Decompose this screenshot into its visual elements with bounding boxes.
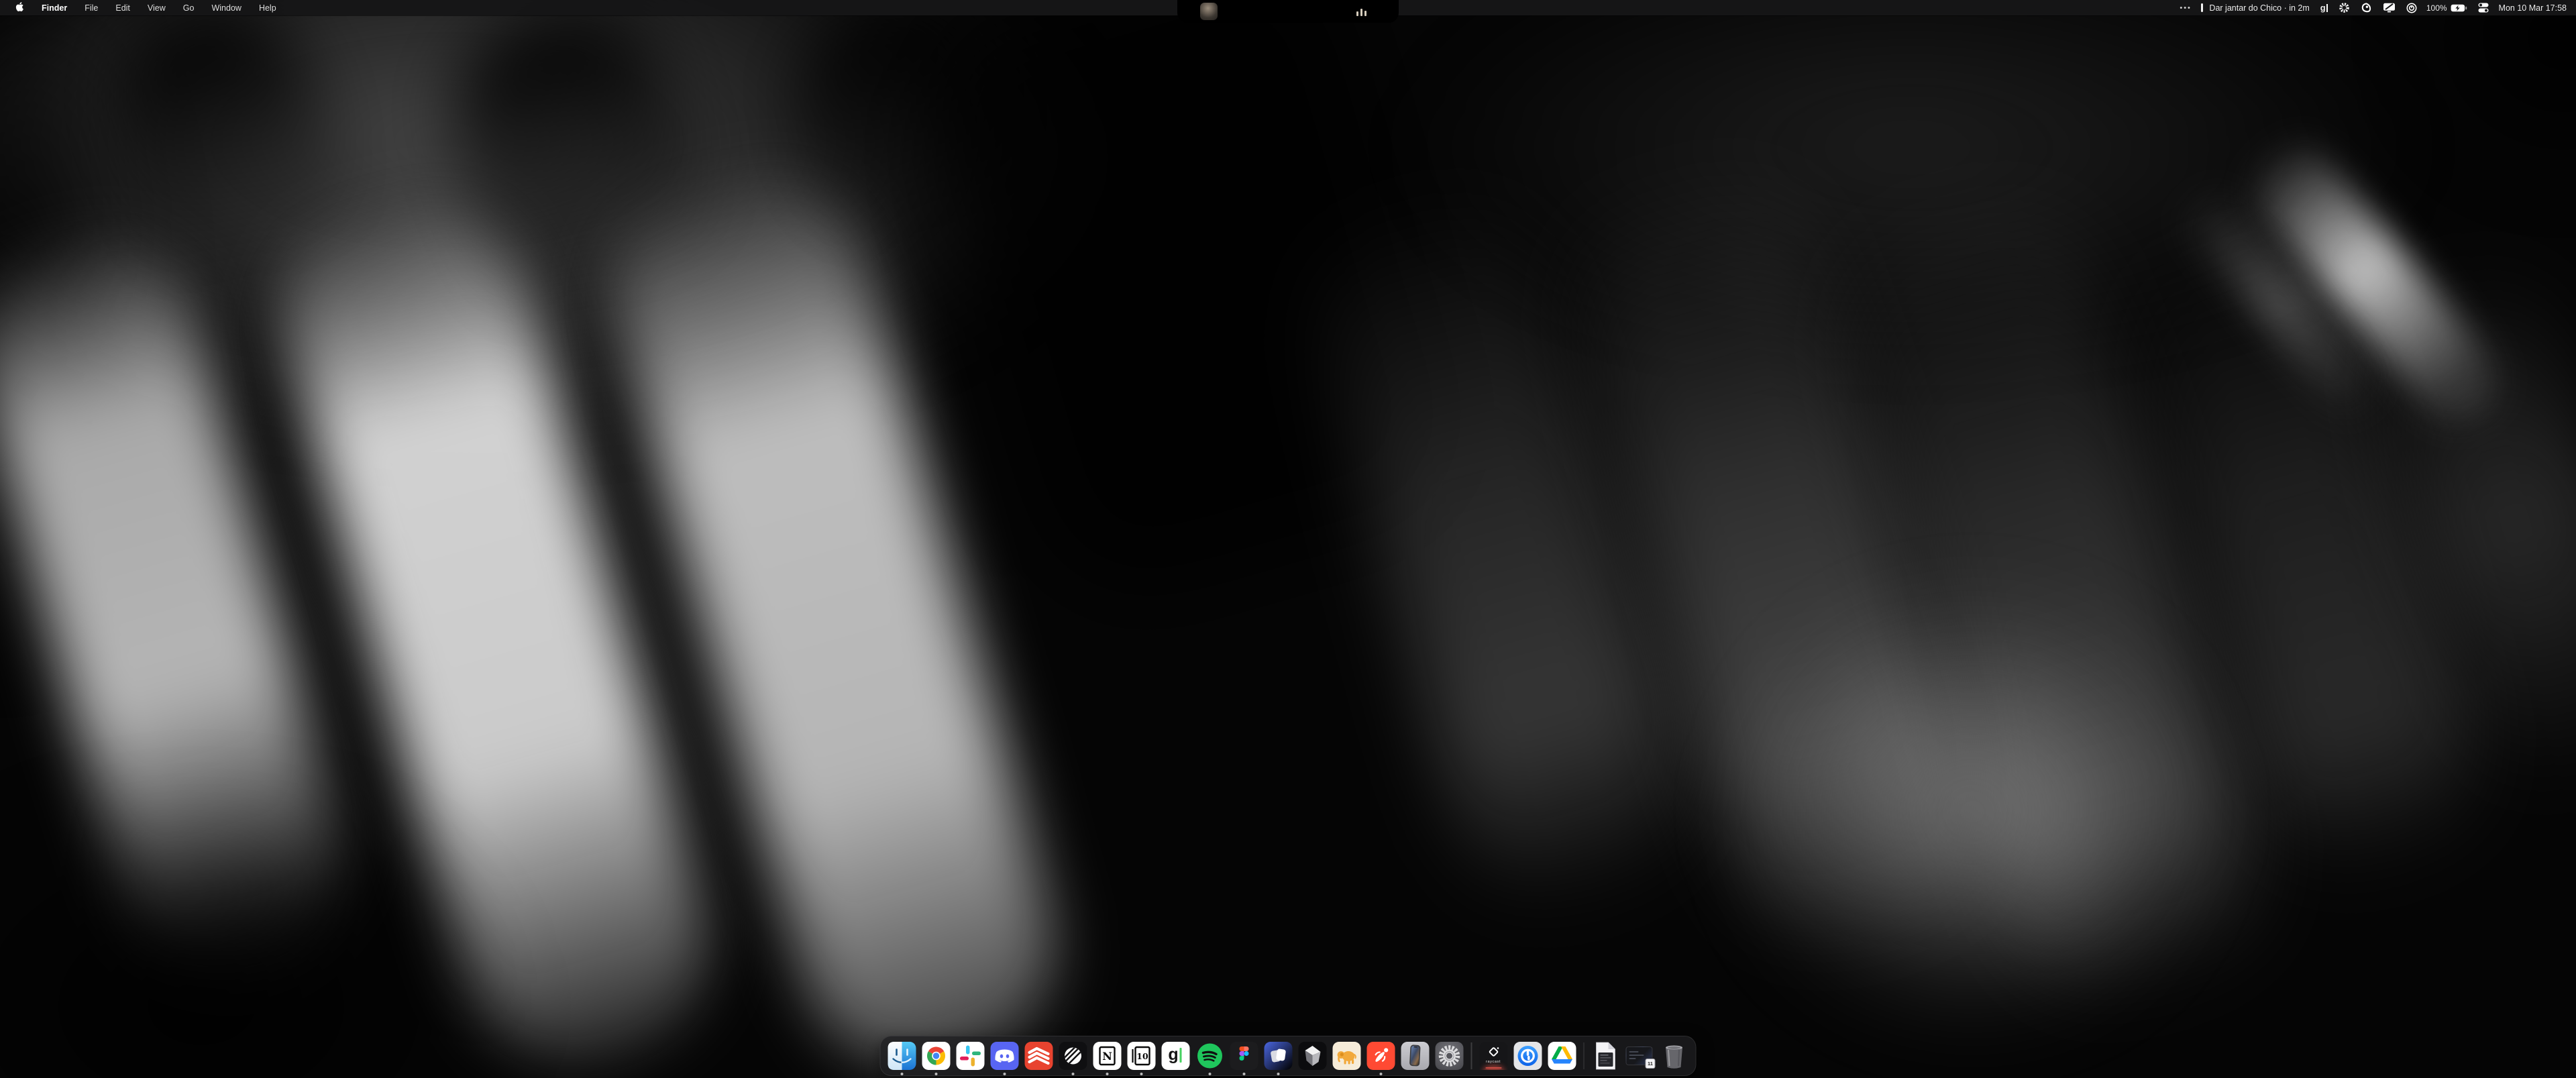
google-drive-icon: [1548, 1042, 1576, 1070]
dock-app-todoist[interactable]: [1025, 1042, 1053, 1070]
control-center-icon[interactable]: [2478, 3, 2489, 13]
overflow-menu-icon[interactable]: •••: [2180, 4, 2192, 12]
dock-app-spotify[interactable]: [1196, 1042, 1224, 1070]
dock-app-google-drive[interactable]: [1548, 1042, 1576, 1070]
menu-app-name[interactable]: Finder: [42, 3, 67, 13]
cube-3d-icon: [1299, 1042, 1327, 1070]
raycast-label: raycast: [1479, 1060, 1507, 1064]
dock-app-linear[interactable]: [1059, 1042, 1087, 1070]
chrome-icon: [922, 1042, 951, 1070]
now-playing-album-art[interactable]: [1200, 3, 1218, 20]
status-separator-bar: [2201, 3, 2204, 12]
discord-icon: [991, 1042, 1019, 1070]
wallpaper-glow: [1744, 604, 2200, 1020]
notch-media-widget[interactable]: [1177, 0, 1399, 23]
cursor-bar-icon: [2326, 4, 2328, 12]
apple-menu[interactable]: [15, 1, 24, 14]
granola-menubar-icon[interactable]: g: [2320, 3, 2328, 13]
dock-app-figma[interactable]: [1230, 1042, 1258, 1070]
display-mirroring-icon[interactable]: [2383, 3, 2396, 13]
granola-cursor-bar: [1179, 1048, 1182, 1063]
menu-go[interactable]: Go: [183, 3, 195, 13]
dock-app-system-settings[interactable]: [1436, 1042, 1464, 1070]
menubar-clock[interactable]: Mon 10 Mar 17:58: [2499, 3, 2567, 13]
one-password-icon[interactable]: [2406, 3, 2417, 13]
dock-app-notion-calendar[interactable]: 10: [1128, 1042, 1156, 1070]
slack-icon: [957, 1042, 985, 1070]
dock-app-chrome[interactable]: [922, 1042, 951, 1070]
dock-app-finder[interactable]: [888, 1042, 916, 1070]
finder-icon: [888, 1042, 916, 1070]
dock-app-superhuman[interactable]: [1367, 1042, 1395, 1070]
todoist-icon: [1025, 1042, 1053, 1070]
menu-edit[interactable]: Edit: [115, 3, 130, 13]
notion-icon: [1093, 1042, 1122, 1070]
elephant-icon: [1333, 1042, 1361, 1070]
wallpaper-dark-corner: [0, 805, 503, 1078]
raycast-icon: [1479, 1042, 1507, 1070]
dock-app-notion[interactable]: N: [1093, 1042, 1122, 1070]
dock-app-discord[interactable]: [991, 1042, 1019, 1070]
dock-app-slack[interactable]: [957, 1042, 985, 1070]
document-file-icon: [1592, 1042, 1620, 1070]
dock-app-elephant[interactable]: [1333, 1042, 1361, 1070]
iphone-mirroring-icon: [1401, 1042, 1430, 1070]
running-indicator: [1004, 1073, 1006, 1075]
battery-percent: 100%: [2426, 3, 2447, 13]
calendar-badge: 11: [1646, 1059, 1656, 1069]
trash-icon: [1660, 1042, 1688, 1070]
dock: N 10 g: [880, 1036, 1697, 1076]
pick-icon[interactable]: [2361, 2, 2372, 13]
gear-flower-icon[interactable]: [2339, 2, 2350, 13]
running-indicator: [1106, 1073, 1109, 1075]
battery-charging-icon[interactable]: [2451, 4, 2467, 12]
dock-app-granola[interactable]: g: [1162, 1042, 1190, 1070]
dock-app-blue-pages[interactable]: [1265, 1042, 1293, 1070]
menu-bar-status: ••• Dar jantar do Chico · in 2m g: [2169, 2, 2576, 13]
one-password-icon: [1513, 1042, 1542, 1070]
menu-bar-left: Finder File Edit View Go Window Help: [0, 1, 276, 14]
running-indicator: [1140, 1073, 1143, 1075]
running-indicator: [935, 1073, 938, 1075]
dock-app-3d-cube[interactable]: [1299, 1042, 1327, 1070]
menu-file[interactable]: File: [85, 3, 98, 13]
dock-trash[interactable]: [1660, 1042, 1688, 1070]
system-settings-icon: [1436, 1042, 1464, 1070]
figma-icon: [1230, 1042, 1258, 1070]
linear-icon: [1059, 1042, 1087, 1070]
spotify-icon: [1196, 1042, 1224, 1070]
wallpaper-dark-corner: [2408, 0, 2576, 181]
menu-window[interactable]: Window: [211, 3, 241, 13]
window-thumbnail-preview: 11: [1626, 1046, 1653, 1065]
running-indicator: [1380, 1073, 1383, 1075]
running-indicator: [1243, 1073, 1246, 1075]
apple-icon: [15, 1, 24, 12]
dock-window-thumbnail[interactable]: 11: [1626, 1042, 1654, 1070]
running-indicator: [1072, 1073, 1075, 1075]
blue-pages-icon: [1265, 1042, 1293, 1070]
menu-help[interactable]: Help: [259, 3, 276, 13]
equalizer-icon: [1356, 6, 1367, 16]
notion-calendar-icon: [1128, 1042, 1156, 1070]
dock-separator: [1583, 1042, 1585, 1069]
menu-view[interactable]: View: [148, 3, 166, 13]
dock-app-raycast[interactable]: raycast: [1479, 1042, 1507, 1070]
desktop: Finder File Edit View Go Window Help •••…: [0, 0, 2576, 1078]
running-indicator: [1209, 1073, 1212, 1075]
running-indicator: [901, 1073, 904, 1075]
dock-separator: [1471, 1042, 1472, 1069]
wallpaper: [0, 0, 2576, 1078]
dock-app-iphone-mirroring[interactable]: [1401, 1042, 1430, 1070]
superhuman-icon: [1367, 1042, 1395, 1070]
running-indicator: [1277, 1073, 1280, 1075]
granola-icon: [1162, 1042, 1190, 1070]
event-reminder-text[interactable]: Dar jantar do Chico · in 2m: [2209, 3, 2309, 13]
dock-app-1password[interactable]: [1513, 1042, 1542, 1070]
dock-file-document[interactable]: [1592, 1042, 1620, 1070]
